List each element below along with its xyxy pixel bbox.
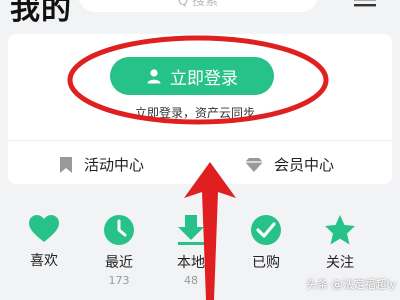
annotation-arrow [184,162,236,300]
activity-center-link[interactable]: 活动中心 [58,154,144,175]
nav-label-purchased: 已购 [252,255,280,271]
search-input[interactable]: Q 搜索 [78,0,318,12]
highlight-ellipse [67,35,329,125]
card-divider [8,140,392,141]
nav-count-recent: 173 [108,274,130,287]
nav-label-follow: 关注 [326,255,354,271]
vip-center-label: 会员中心 [274,156,335,174]
check-icon [251,215,281,245]
nav-item-like[interactable]: 喜欢 [14,214,74,272]
page-title: 我的 [10,0,72,27]
watermark: 头条 @法定福超ly [306,278,397,291]
search-placeholder: Q 搜索 [177,0,219,9]
star-icon [325,215,355,245]
nav-item-follow[interactable]: 关注 [310,214,370,274]
bookmark-icon [60,156,72,173]
vip-center-link[interactable]: 会员中心 [244,154,334,175]
nav-item-recent[interactable]: 最近 173 [89,214,149,287]
nav-label-like: 喜欢 [30,253,58,269]
clock-icon [104,215,134,245]
nav-label-recent: 最近 [105,255,133,271]
heart-icon [29,215,59,242]
activity-center-label: 活动中心 [84,156,145,174]
menu-icon[interactable] [354,0,376,12]
